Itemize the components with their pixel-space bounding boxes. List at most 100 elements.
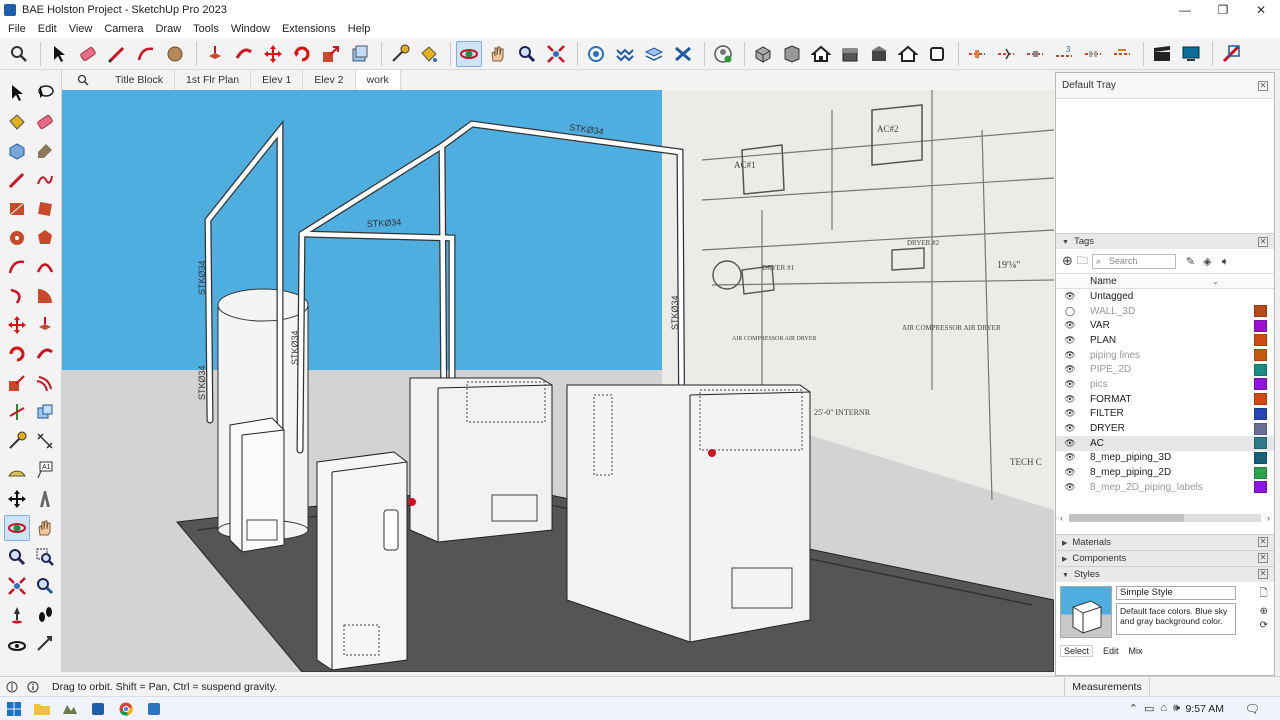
text-tool-icon[interactable]: A1 [33,457,59,483]
tag-color-swatch[interactable] [1254,451,1267,464]
polygon-tool-icon[interactable] [33,225,59,251]
tab-1st-flr-plan[interactable]: 1st Flr Plan [175,70,252,90]
tags-panel-close-icon[interactable]: ✕ [1258,236,1268,247]
style-thumbnail[interactable] [1060,585,1112,638]
tag-row[interactable]: 👁 AC [1056,435,1274,451]
menu-draw[interactable]: Draw [149,23,187,35]
windows-start-icon[interactable] [0,698,28,720]
eraser-icon[interactable] [75,41,101,67]
orbit-tool-icon[interactable] [4,514,30,541]
tags-column-header[interactable]: Name ⌄ [1056,273,1274,289]
styles-tab-select[interactable]: Select [1060,644,1094,657]
tag-tool-icon[interactable] [33,138,59,164]
tag-row[interactable]: 👁 FILTER [1056,407,1274,422]
right-view-icon[interactable] [837,41,863,67]
component-icon[interactable] [4,138,30,164]
sandbox-icon[interactable] [612,41,638,67]
chrome-icon[interactable] [112,698,140,720]
tab-elev-2[interactable]: Elev 2 [303,70,356,90]
menu-tools[interactable]: Tools [187,23,225,35]
section-display-icon[interactable] [1109,41,1135,67]
tag-color-swatch[interactable] [1254,407,1267,420]
eye-icon[interactable]: 👁 [1056,394,1084,405]
eye-icon[interactable]: 👁 [1056,335,1084,346]
circle-tool-icon[interactable] [4,225,30,251]
tab-elev-1[interactable]: Elev 1 [251,70,304,90]
components-panel-header[interactable]: Components ✕ [1056,549,1274,566]
add-tag-icon[interactable]: ⊕ [1062,253,1073,269]
menu-camera[interactable]: Camera [98,23,149,35]
menu-extensions[interactable]: Extensions [276,23,342,35]
tag-color-swatch[interactable] [1254,305,1267,318]
menu-file[interactable]: File [2,23,32,35]
eye-icon[interactable]: 👁 [1056,438,1084,449]
pie-tool-icon[interactable] [33,283,59,309]
section-3-icon[interactable]: 3 [1051,41,1077,67]
chevron-up-icon[interactable]: ⌃ [1129,702,1138,715]
eye-icon[interactable]: 👁 [1056,408,1084,419]
materials-panel-close-icon[interactable]: ✕ [1258,537,1268,548]
rotate-tool-icon[interactable] [289,41,315,67]
menu-help[interactable]: Help [342,23,377,35]
style-update-icon[interactable]: ⟳ [1260,620,1268,631]
account-icon[interactable] [710,41,736,67]
tag-color-swatch[interactable] [1254,334,1267,347]
pan-tool-icon[interactable] [485,41,511,67]
section-fill-icon[interactable] [1022,41,1048,67]
lasso-select-icon[interactable] [33,80,59,106]
tag-color-swatch[interactable] [1254,393,1267,406]
line-tool-icon[interactable] [104,41,130,67]
file-explorer-icon[interactable] [28,698,56,720]
position-camera-icon[interactable] [4,602,30,628]
push-pull-icon[interactable] [202,41,228,67]
zoom-tool-icon[interactable] [514,41,540,67]
styles-panel-header[interactable]: Styles ✕ [1056,565,1274,582]
menu-view[interactable]: View [63,23,99,35]
tag-color-swatch[interactable] [1254,466,1267,479]
eye-icon[interactable]: 👁 [1056,364,1084,375]
zoom-window-icon[interactable] [33,544,59,570]
add-tag-folder-icon[interactable]: 🗀 [1077,252,1088,271]
3d-text-icon[interactable] [33,486,59,512]
tag-row[interactable]: 👁 DRYER [1056,421,1274,436]
close-button[interactable]: ✕ [1242,0,1280,20]
volume-icon[interactable]: 🕪 [1173,702,1180,715]
style-create-icon[interactable]: ⊕ [1260,606,1268,617]
walk-tool-icon[interactable] [33,602,59,628]
paint-bucket-icon[interactable] [416,41,442,67]
3pt-arc-icon[interactable] [4,283,30,309]
tag-color-swatch[interactable] [1254,349,1267,362]
section-cut-icon[interactable] [993,41,1019,67]
styles-panel-close-icon[interactable]: ✕ [1258,569,1268,580]
line-tool-icon[interactable] [4,167,30,193]
menu-window[interactable]: Window [225,23,276,35]
tag-row[interactable]: ◯ WALL_3D [1056,304,1274,319]
styles-tab-edit[interactable]: Edit [1103,646,1119,656]
section-planes-icon[interactable] [1080,41,1106,67]
network-icon[interactable]: ⌂ [1160,702,1167,715]
tag-row[interactable]: 👁 8_mep_2D_piping_labels [1056,480,1274,495]
paint-bucket-icon[interactable] [4,109,30,135]
sketchup-taskbar-icon[interactable] [84,698,112,720]
model-viewport[interactable]: AC#1 AC#2 DRYER #1 DRYER #2 AIR COMPRESS… [62,90,1054,672]
eye-icon[interactable]: 👁 [1056,291,1084,302]
tag-tool-icon[interactable]: ✎ [1186,255,1195,268]
eye-icon[interactable]: 👁 [1056,467,1084,478]
tag-row[interactable]: 👁 Untagged [1056,289,1274,304]
tag-row[interactable]: 👁 VAR [1056,318,1274,333]
top-view-icon[interactable] [779,41,805,67]
model-scene[interactable]: AC#1 AC#2 DRYER #1 DRYER #2 AIR COMPRESS… [62,90,1054,672]
bottom-view-icon[interactable] [924,41,950,67]
tag-color-swatch[interactable] [1254,481,1267,494]
zoom-extents-icon[interactable] [543,41,569,67]
left-view-icon[interactable] [895,41,921,67]
shape-tool-icon[interactable] [162,41,188,67]
layers-icon[interactable] [641,41,667,67]
geolocation-status-icon[interactable] [3,680,21,694]
move-tool-icon[interactable] [260,41,286,67]
axes-tool-icon[interactable] [4,399,30,425]
info-icon[interactable] [24,680,42,694]
menu-edit[interactable]: Edit [32,23,63,35]
tag-color-swatch[interactable] [1254,378,1267,391]
pan-tool-icon[interactable] [33,515,58,541]
